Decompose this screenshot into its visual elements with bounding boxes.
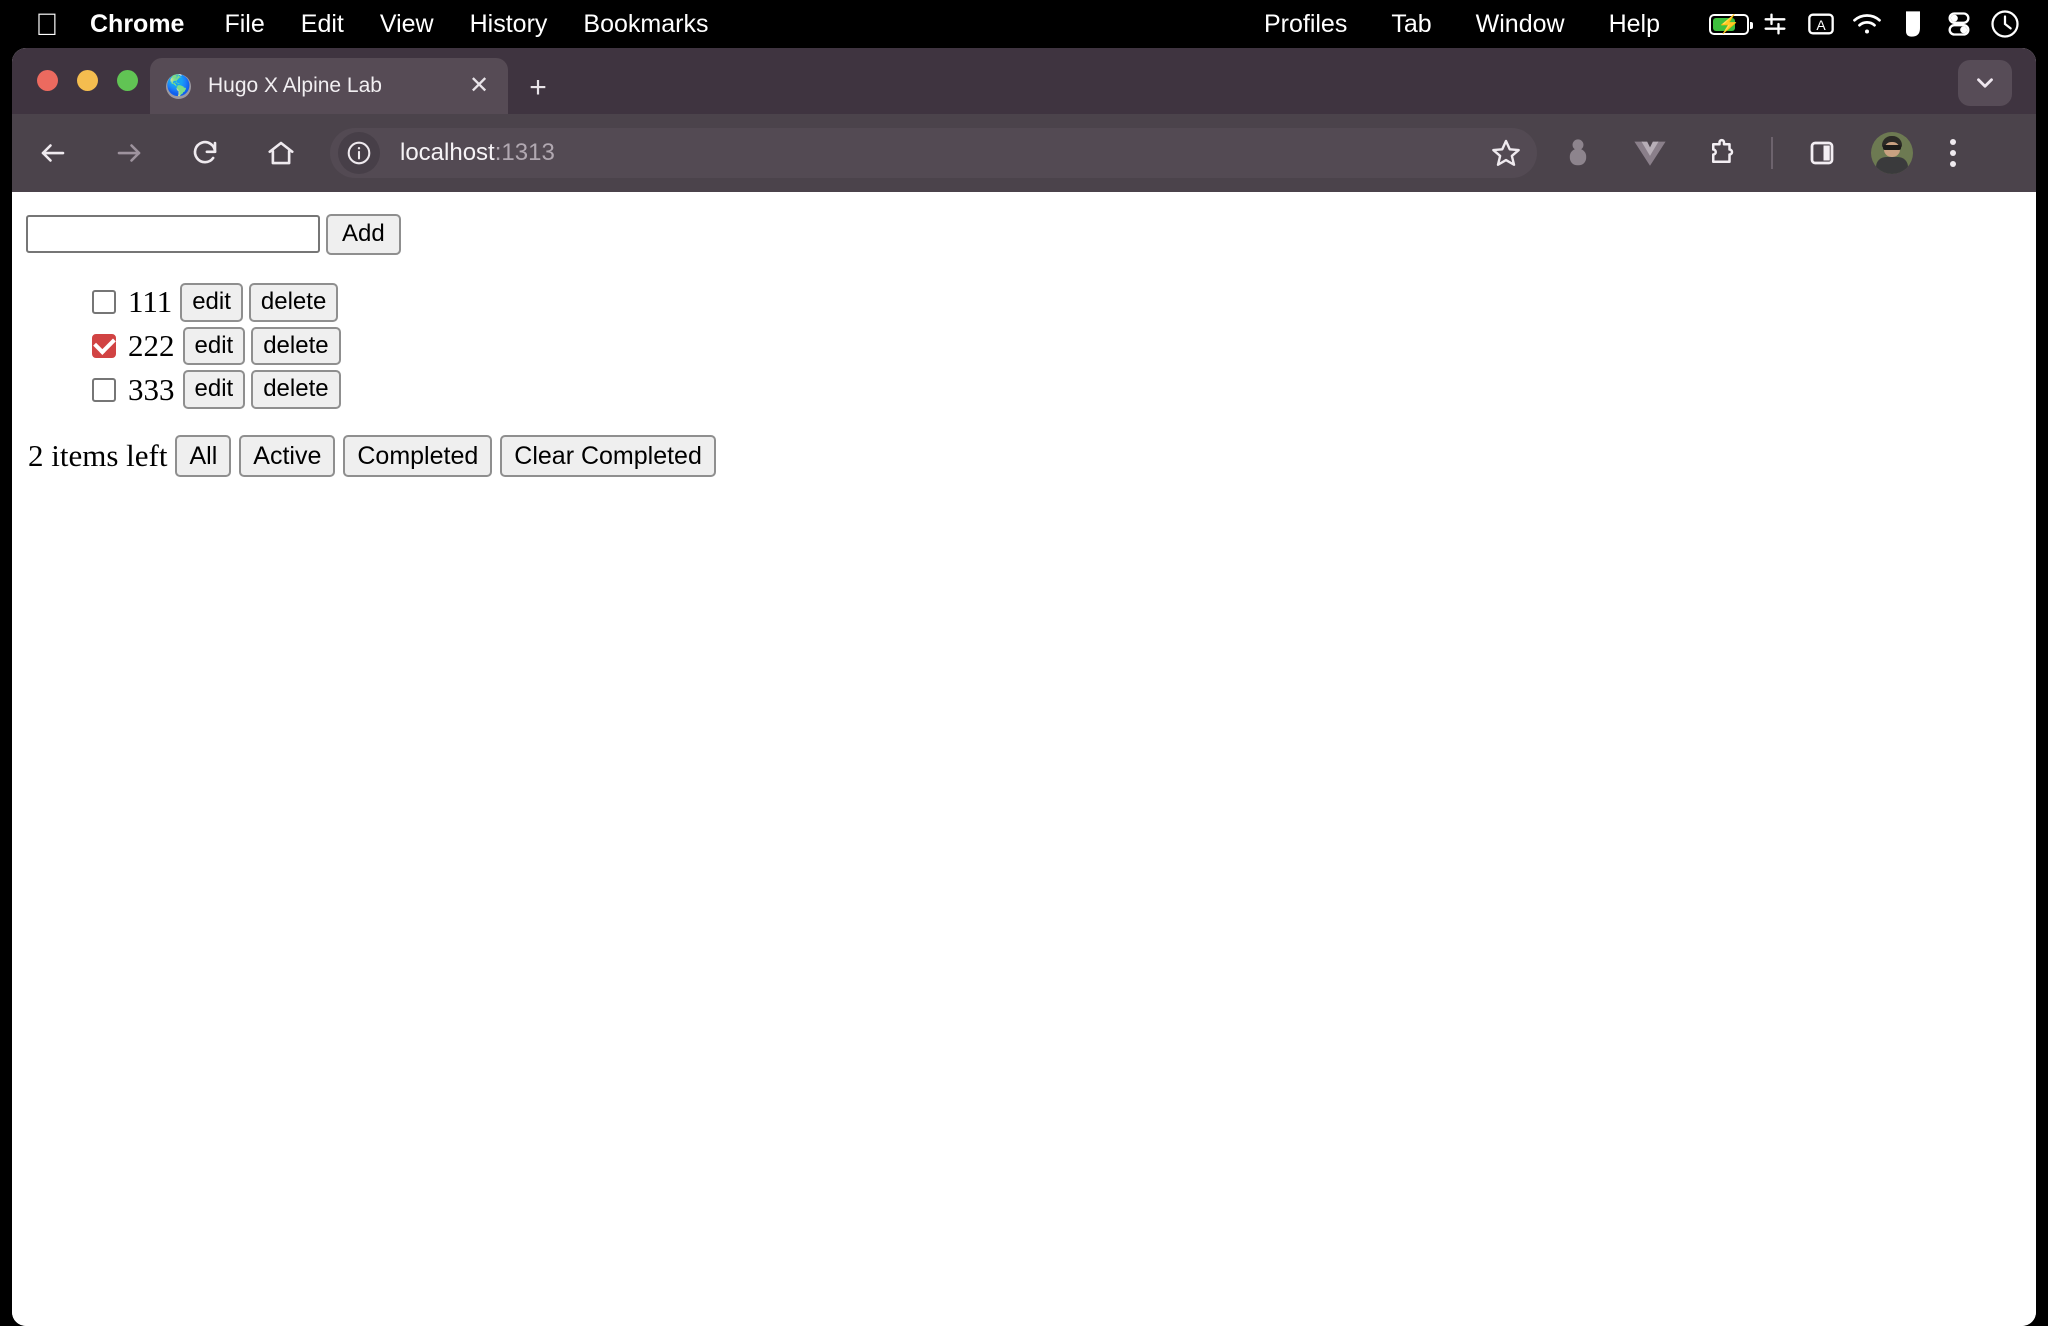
svg-text:A: A	[1816, 17, 1826, 33]
keyboard-input-a-icon[interactable]: A	[1800, 9, 1842, 39]
browser-window: 🌎 Hugo X Alpine Lab ✕ + localhost:1313 A…	[12, 48, 2036, 1326]
menu-bar-right-group: Profiles Tab Window Help ⚡ A	[1264, 9, 2048, 39]
shape-icon[interactable]	[1892, 9, 1934, 39]
edit-button[interactable]: edit	[180, 282, 243, 322]
todo-label: 333	[128, 371, 175, 407]
delete-button[interactable]: delete	[248, 282, 339, 322]
globe-icon: 🌎	[166, 73, 191, 99]
vue-devtools-icon[interactable]	[1627, 130, 1673, 176]
todo-checkbox[interactable]	[92, 333, 116, 358]
items-left-count: 2 items left	[28, 438, 168, 474]
delete-button[interactable]: delete	[251, 326, 341, 366]
toolbar-right-group	[1555, 130, 1985, 176]
url-text: localhost:1313	[400, 139, 555, 167]
browser-tab[interactable]: 🌎 Hugo X Alpine Lab ✕	[150, 58, 508, 114]
puzzle-piece-icon[interactable]	[1699, 130, 1745, 176]
star-icon[interactable]	[1485, 132, 1527, 174]
info-circle-icon[interactable]	[338, 132, 380, 174]
tab-strip: 🌎 Hugo X Alpine Lab ✕ +	[12, 48, 2036, 114]
url-host: localhost	[400, 139, 495, 166]
browser-toolbar: localhost:1313	[12, 114, 2036, 192]
close-icon[interactable]: ✕	[464, 71, 494, 101]
menu-item-bookmarks[interactable]: Bookmarks	[583, 10, 708, 39]
page-content: Add 111 edit delete 222 edit delete 333 …	[12, 192, 2036, 1326]
edit-button[interactable]: edit	[182, 326, 246, 366]
home-icon[interactable]	[258, 130, 304, 176]
minimize-window-button[interactable]	[77, 70, 98, 91]
gray-pill-icon[interactable]	[1555, 130, 1601, 176]
delete-button[interactable]: delete	[251, 370, 341, 410]
menu-item-profiles[interactable]: Profiles	[1264, 10, 1347, 39]
profile-avatar[interactable]	[1871, 132, 1913, 174]
todo-list: 111 edit delete 222 edit delete 333 edit	[22, 282, 2036, 410]
add-button[interactable]: Add	[326, 214, 401, 255]
window-controls	[37, 70, 138, 91]
clear-completed-button[interactable]: Clear Completed	[500, 435, 716, 478]
clock-icon[interactable]	[1984, 9, 2026, 39]
battery-charging-icon[interactable]: ⚡	[1708, 9, 1753, 39]
chevron-down-icon[interactable]	[1958, 60, 2012, 106]
menu-item-window[interactable]: Window	[1476, 10, 1565, 39]
arrow-left-icon[interactable]	[30, 130, 76, 176]
menu-item-history[interactable]: History	[470, 10, 548, 39]
filter-active-button[interactable]: Active	[239, 435, 336, 478]
arrow-right-icon[interactable]	[106, 130, 152, 176]
list-item: 333 edit delete	[92, 370, 2036, 410]
toolbar-divider	[1771, 137, 1773, 169]
menu-item-file[interactable]: File	[224, 10, 264, 39]
filter-completed-button[interactable]: Completed	[343, 435, 493, 478]
filter-all-button[interactable]: All	[175, 435, 232, 478]
todo-footer: 2 items left All Active Completed Clear …	[28, 435, 2036, 478]
menu-item-chrome[interactable]: Chrome	[90, 10, 184, 39]
url-port: :1313	[494, 139, 555, 166]
toggle-switch-icon[interactable]	[1938, 9, 1980, 39]
todo-label: 222	[128, 327, 175, 363]
menu-item-edit[interactable]: Edit	[301, 10, 344, 39]
add-todo-form: Add	[26, 214, 2036, 255]
todo-input[interactable]	[26, 215, 320, 254]
maximize-window-button[interactable]	[117, 70, 138, 91]
todo-label: 111	[128, 284, 173, 320]
list-item: 111 edit delete	[92, 282, 2036, 322]
list-item: 222 edit delete	[92, 326, 2036, 366]
three-dots-vertical-icon[interactable]	[1933, 132, 1973, 174]
menu-item-tab[interactable]: Tab	[1391, 10, 1431, 39]
apple-logo-icon[interactable]: 	[34, 9, 60, 40]
plus-icon[interactable]: +	[520, 70, 556, 106]
wifi-icon[interactable]	[1846, 9, 1888, 39]
macos-menu-bar:  Chrome File Edit View History Bookmark…	[0, 0, 2048, 48]
reload-icon[interactable]	[182, 130, 228, 176]
edit-button[interactable]: edit	[182, 370, 246, 410]
todo-checkbox[interactable]	[92, 377, 116, 402]
tab-title: Hugo X Alpine Lab	[208, 74, 382, 97]
menu-item-view[interactable]: View	[380, 10, 434, 39]
todo-checkbox[interactable]	[92, 290, 116, 315]
menu-item-help[interactable]: Help	[1609, 10, 1660, 39]
address-bar[interactable]: localhost:1313	[330, 128, 1537, 178]
control-center-icon[interactable]	[1754, 9, 1796, 39]
close-window-button[interactable]	[37, 70, 58, 91]
side-panel-icon[interactable]	[1799, 130, 1845, 176]
